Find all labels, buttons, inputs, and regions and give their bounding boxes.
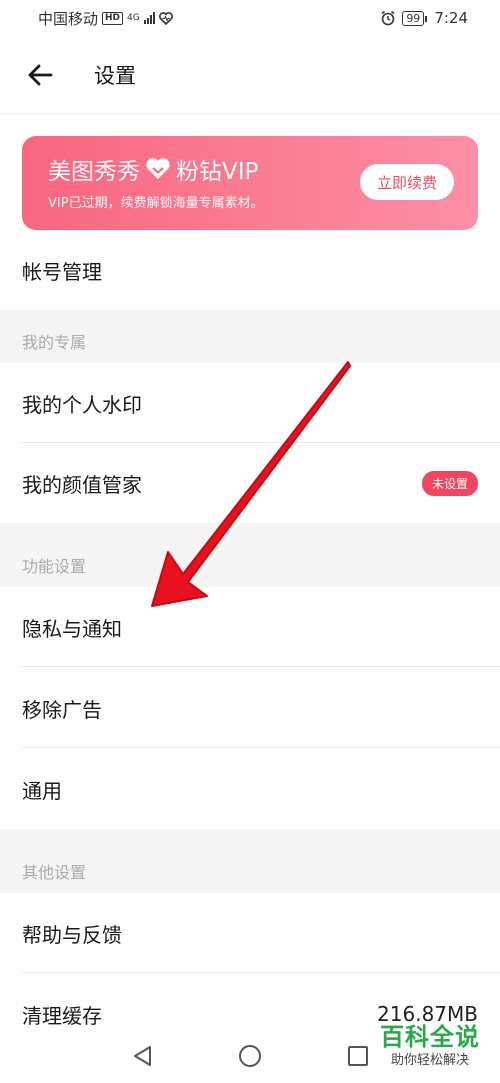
alarm-icon xyxy=(381,10,395,26)
vip-tier: 粉钻VIP xyxy=(176,159,259,185)
status-bar: 中国移动 HD 4G 99 7:24 xyxy=(0,0,500,36)
nav-home-button[interactable] xyxy=(235,1041,265,1071)
divider xyxy=(22,972,500,973)
privacy-notification-row[interactable]: 隐私与通知 xyxy=(0,587,500,667)
section-title: 功能设置 xyxy=(22,557,87,576)
signal-icon xyxy=(143,12,155,24)
network-type: 4G xyxy=(127,12,140,23)
row-label: 移除广告 xyxy=(22,697,102,722)
carrier-name: 中国移动 xyxy=(38,9,99,28)
section-header-features: 功能设置 xyxy=(0,523,500,587)
row-label: 清理缓存 xyxy=(22,1003,102,1028)
vip-brand: 美图秀秀 xyxy=(48,159,140,185)
renew-button[interactable]: 立即续费 xyxy=(360,164,454,200)
beauty-manager-row[interactable]: 我的颜值管家 未设置 xyxy=(0,443,500,523)
divider xyxy=(22,666,500,667)
row-label: 我的个人水印 xyxy=(22,392,142,417)
row-label: 隐私与通知 xyxy=(22,616,122,641)
watermark-subtitle: 助你轻松解决 xyxy=(390,1053,469,1068)
baike-watermark-logo: 百科全说 助你轻松解决 xyxy=(374,1022,486,1078)
row-label: 帮助与反馈 xyxy=(22,922,122,947)
nav-recents-button[interactable] xyxy=(343,1041,373,1071)
page-title: 设置 xyxy=(94,63,136,88)
section-title: 我的专属 xyxy=(22,333,87,352)
square-recents-icon xyxy=(348,1045,368,1066)
help-feedback-row[interactable]: 帮助与反馈 xyxy=(0,893,500,973)
vip-title: 美图秀秀 粉钻VIP xyxy=(48,152,258,186)
section-title: 其他设置 xyxy=(22,863,87,882)
row-label: 通用 xyxy=(22,778,62,803)
general-row[interactable]: 通用 xyxy=(0,749,500,829)
remove-ads-row[interactable]: 移除广告 xyxy=(0,668,500,748)
page-header: 设置 xyxy=(0,36,500,114)
status-left: 中国移动 HD 4G xyxy=(38,8,173,29)
row-label: 帐号管理 xyxy=(22,259,102,284)
not-set-badge: 未设置 xyxy=(421,470,478,496)
watermark-title: 百科全说 xyxy=(380,1023,480,1051)
vip-subtitle: VIP已过期，续费解锁海量专属素材。 xyxy=(48,196,264,211)
back-button[interactable] xyxy=(0,36,80,114)
section-header-other: 其他设置 xyxy=(0,829,500,893)
personal-watermark-row[interactable]: 我的个人水印 xyxy=(0,363,500,443)
arrow-left-icon xyxy=(28,64,53,85)
triangle-back-icon xyxy=(134,1045,151,1066)
nav-back-button[interactable] xyxy=(127,1041,157,1071)
circle-home-icon xyxy=(239,1044,261,1067)
status-right: 99 7:24 xyxy=(380,9,468,27)
battery-icon: 99 xyxy=(402,10,428,26)
clock: 7:24 xyxy=(434,9,468,27)
divider xyxy=(22,747,500,748)
heart-status-icon xyxy=(158,11,173,25)
vip-banner[interactable]: 美图秀秀 粉钻VIP VIP已过期，续费解锁海量专属素材。 立即续费 xyxy=(22,136,478,230)
section-header-my-exclusive: 我的专属 xyxy=(0,310,500,363)
heart-icon xyxy=(144,157,172,181)
row-label: 我的颜值管家 xyxy=(22,472,142,497)
hd-icon: HD xyxy=(102,11,124,25)
account-management-row[interactable]: 帐号管理 xyxy=(0,230,500,310)
